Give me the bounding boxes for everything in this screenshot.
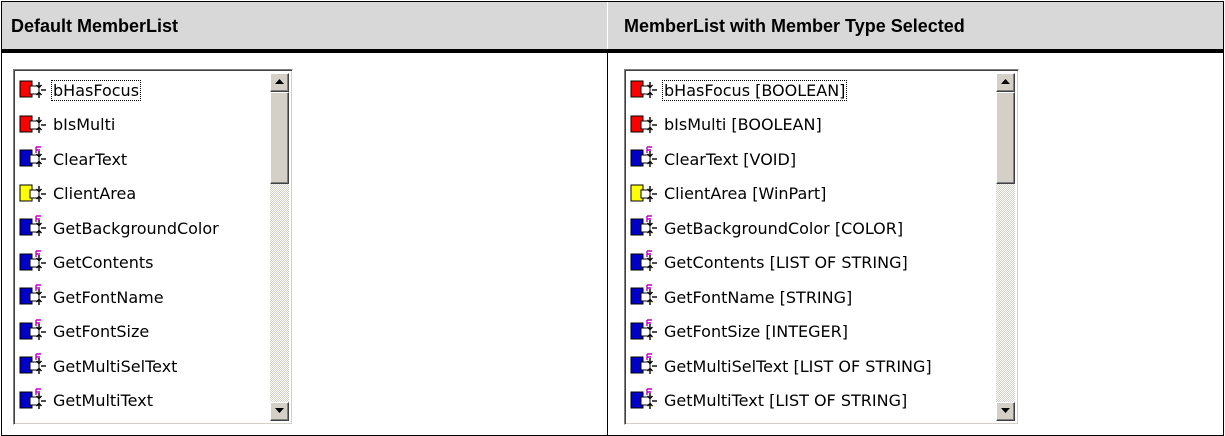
list-item-label: GetBackgroundColor (53, 218, 219, 238)
blue-method-icon (630, 215, 657, 237)
red-property-icon (630, 80, 657, 99)
blue-method-icon (630, 284, 657, 306)
red-property-icon (630, 115, 657, 133)
header-memberlist-with-type: MemberList with Member Type Selected (624, 16, 965, 36)
list-item-label: ClearText [VOID] (664, 149, 797, 169)
typed-memberlist-items: bHasFocus [BOOLEAN] bIsMulti [BOOLEAN] Cle… (628, 73, 996, 421)
blue-method-icon (630, 250, 657, 271)
list-item-label: GetFontSize (53, 322, 150, 342)
scroll-up-button[interactable] (270, 73, 289, 92)
scroll-down-arrow-icon (1001, 408, 1010, 413)
list-item-label: ClientArea (53, 184, 137, 204)
list-item-label: GetBackgroundColor [COLOR] (664, 218, 904, 238)
scroll-down-arrow-icon (275, 408, 284, 413)
blue-method-icon (19, 215, 46, 237)
list-item-label: GetContents (53, 253, 154, 273)
list-item-label: GetMultiText (53, 391, 153, 411)
blue-method-icon (19, 353, 46, 375)
list-item-label: bHasFocus [BOOLEAN] (662, 79, 848, 101)
blue-method-icon (630, 146, 657, 168)
scroll-up-button[interactable] (996, 73, 1015, 92)
scroll-up-arrow-icon (1001, 79, 1010, 84)
list-item-label: GetMultiText [LIST OF STRING] (664, 391, 908, 411)
list-item[interactable]: ClearText (17, 142, 270, 177)
red-property-icon (19, 115, 46, 133)
blue-method-icon (630, 353, 657, 375)
list-item[interactable]: bIsMulti (17, 108, 270, 143)
blue-method-icon (19, 319, 46, 340)
list-item[interactable]: bHasFocus [BOOLEAN] (628, 73, 996, 108)
list-item-label: bHasFocus (51, 79, 142, 101)
red-property-icon (19, 80, 46, 99)
list-item-label: GetContents [LIST OF STRING] (664, 253, 908, 273)
default-memberlist-items: bHasFocus bIsMulti ClearText ClientArea GetB… (17, 73, 270, 421)
list-item[interactable]: GetFontSize [INTEGER] (628, 315, 996, 350)
list-item[interactable]: GetMultiText [LIST OF STRING] (628, 384, 996, 419)
yellow-property-icon (630, 184, 657, 202)
scroll-thumb[interactable] (270, 92, 289, 184)
header-divider (607, 2, 608, 49)
header-default-memberlist: Default MemberList (11, 16, 179, 36)
scroll-up-arrow-icon (275, 79, 284, 84)
list-item[interactable]: GetFontName [STRING] (628, 280, 996, 315)
blue-method-icon (19, 250, 46, 271)
list-item[interactable]: bHasFocus (17, 73, 270, 108)
list-item[interactable]: GetMultiSelText (17, 349, 270, 384)
list-item[interactable]: GetMultiSelText [LIST OF STRING] (628, 349, 996, 384)
column-divider (607, 53, 608, 435)
list-item[interactable]: ClientArea (17, 177, 270, 212)
scroll-down-button[interactable] (270, 402, 289, 421)
list-item[interactable]: ClientArea [WinPart] (628, 177, 996, 212)
blue-method-icon (19, 388, 46, 409)
blue-method-icon (630, 319, 657, 340)
blue-method-icon (19, 146, 46, 168)
default-memberlist-listbox[interactable]: bHasFocus bIsMulti ClearText ClientArea GetB… (13, 69, 293, 425)
list-item[interactable]: ClearText [VOID] (628, 142, 996, 177)
list-item[interactable]: GetMultiText (17, 384, 270, 419)
table-header: Default MemberList MemberList with Membe… (2, 2, 1223, 53)
typed-memberlist-listbox[interactable]: bHasFocus [BOOLEAN] bIsMulti [BOOLEAN] Cle… (624, 69, 1019, 425)
list-item[interactable]: GetContents [LIST OF STRING] (628, 246, 996, 281)
list-item-label: GetMultiSelText [LIST OF STRING] (664, 356, 932, 376)
list-item-label: GetMultiSelText (53, 356, 178, 376)
list-item-label: ClearText (53, 149, 128, 169)
list-item-label: bIsMulti [BOOLEAN] (664, 115, 822, 135)
list-item[interactable]: GetContents (17, 246, 270, 281)
list-item[interactable]: GetFontSize (17, 315, 270, 350)
list-item-label: GetFontName [STRING] (664, 287, 853, 307)
list-item-label: ClientArea [WinPart] (664, 184, 827, 204)
default-memberlist-scrollbar[interactable] (270, 73, 289, 421)
typed-memberlist-scrollbar[interactable] (996, 73, 1015, 421)
list-item-label: bIsMulti (53, 115, 116, 135)
scroll-thumb[interactable] (996, 92, 1015, 184)
list-item-label: GetFontName (53, 287, 164, 307)
yellow-property-icon (19, 184, 46, 202)
blue-method-icon (630, 388, 657, 409)
blue-method-icon (19, 284, 46, 306)
list-item[interactable]: bIsMulti [BOOLEAN] (628, 108, 996, 143)
list-item[interactable]: GetFontName (17, 280, 270, 315)
scroll-down-button[interactable] (996, 402, 1015, 421)
list-item[interactable]: GetBackgroundColor [COLOR] (628, 211, 996, 246)
comparison-table: Default MemberList MemberList with Membe… (1, 1, 1224, 436)
list-item-label: GetFontSize [INTEGER] (664, 322, 848, 342)
list-item[interactable]: GetBackgroundColor (17, 211, 270, 246)
